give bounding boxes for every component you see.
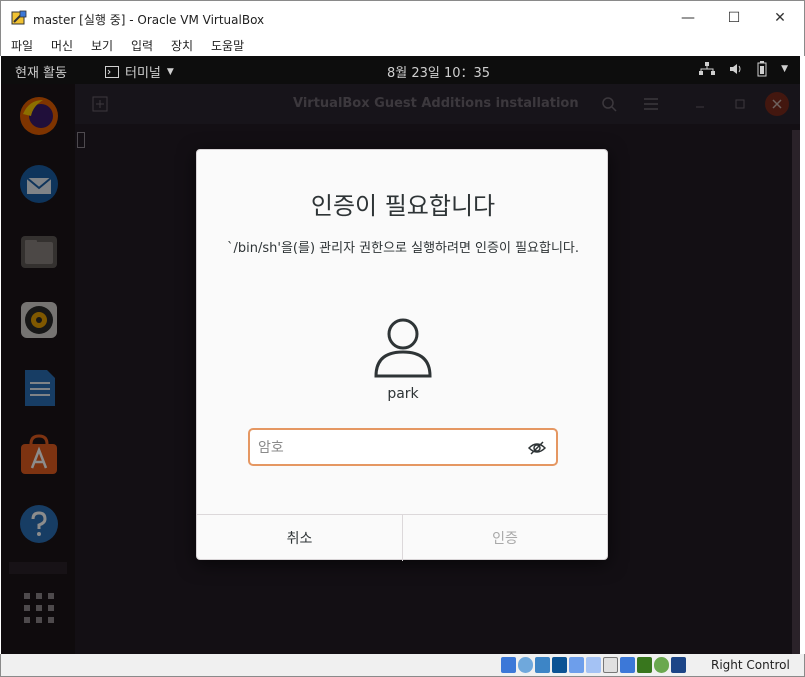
username-label: park bbox=[387, 386, 419, 402]
window-title: master [실행 중] - Oracle VM VirtualBox bbox=[33, 13, 265, 27]
dialog-message: `/bin/sh'을(를) 관리자 권한으로 실행하려면 인증이 필요합니다. bbox=[227, 241, 580, 256]
app-menu-label: 터미널 bbox=[125, 66, 161, 81]
hdd-icon[interactable] bbox=[501, 657, 516, 673]
menu-devices[interactable]: 장치 bbox=[171, 37, 193, 54]
cancel-button[interactable]: 취소 bbox=[197, 515, 402, 561]
recording-icon[interactable] bbox=[620, 657, 635, 673]
host-menubar: 파일 머신 보기 입력 장치 도움말 bbox=[0, 34, 805, 56]
authenticate-button[interactable]: 인증 bbox=[403, 515, 607, 561]
mouse-integration-icon[interactable] bbox=[654, 657, 669, 673]
battery-icon bbox=[757, 61, 767, 77]
cpu-icon[interactable] bbox=[637, 657, 652, 673]
display-icon[interactable] bbox=[603, 657, 618, 673]
menu-view[interactable]: 보기 bbox=[91, 37, 113, 54]
audio-icon[interactable] bbox=[535, 657, 550, 673]
activities-button[interactable]: 현재 활동 bbox=[15, 62, 67, 81]
app-menu[interactable]: 터미널 ▼ bbox=[105, 62, 174, 81]
password-field[interactable] bbox=[248, 428, 558, 466]
gnome-top-bar: 현재 활동 터미널 ▼ 8월 23일 10：35 ▼ bbox=[1, 56, 800, 84]
close-button[interactable]: ✕ bbox=[757, 1, 803, 35]
chevron-down-icon: ▼ bbox=[166, 66, 174, 77]
network-icon bbox=[699, 62, 716, 75]
virtualbox-app-icon bbox=[11, 10, 27, 25]
terminal-app-icon bbox=[105, 65, 119, 78]
maximize-button[interactable]: ☐ bbox=[711, 1, 757, 35]
authentication-dialog: 인증이 필요합니다 `/bin/sh'을(를) 관리자 권한으로 실행하려면 인… bbox=[196, 149, 608, 561]
system-status-menu[interactable]: ▼ bbox=[699, 61, 788, 77]
shared-folder-icon[interactable] bbox=[586, 657, 601, 673]
password-input[interactable] bbox=[258, 438, 518, 458]
clock[interactable]: 8월 23일 10：35 bbox=[387, 62, 490, 81]
chevron-down-icon: ▼ bbox=[781, 64, 788, 74]
user-avatar-icon bbox=[374, 318, 432, 378]
volume-icon bbox=[730, 64, 741, 74]
dialog-title: 인증이 필요합니다 bbox=[310, 192, 496, 220]
host-statusbar: Right Control bbox=[0, 654, 805, 677]
reveal-password-icon[interactable] bbox=[528, 439, 546, 457]
network-icon[interactable] bbox=[552, 657, 567, 673]
host-titlebar: master [실행 중] - Oracle VM VirtualBox — ☐… bbox=[0, 0, 805, 34]
host-key-label: Right Control bbox=[711, 658, 790, 672]
optical-icon[interactable] bbox=[518, 657, 533, 673]
minimize-button[interactable]: — bbox=[665, 1, 711, 35]
menu-machine[interactable]: 머신 bbox=[51, 37, 73, 54]
menu-help[interactable]: 도움말 bbox=[211, 37, 244, 54]
keyboard-icon[interactable] bbox=[671, 657, 686, 673]
usb-icon[interactable] bbox=[569, 657, 584, 673]
dialog-button-row: 취소 인증 bbox=[197, 514, 607, 561]
vm-display[interactable]: 현재 활동 터미널 ▼ 8월 23일 10：35 ▼ VirtualBox Gu… bbox=[1, 56, 800, 654]
menu-file[interactable]: 파일 bbox=[11, 37, 33, 54]
menu-input[interactable]: 입력 bbox=[131, 37, 153, 54]
vm-scrollbar[interactable] bbox=[792, 130, 800, 654]
